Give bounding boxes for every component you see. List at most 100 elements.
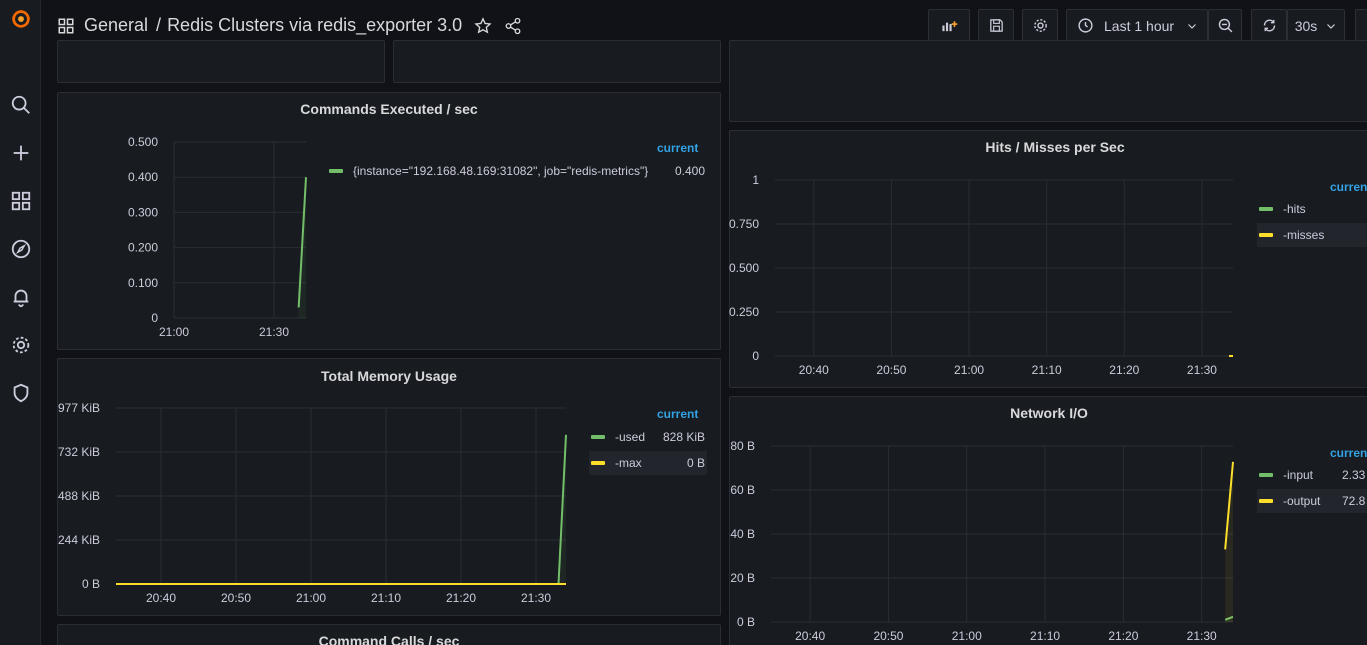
panel-total-memory[interactable]: Total Memory Usage 977 KiB 732 KiB 488 KiB… [57, 358, 721, 616]
series-swatch [1259, 233, 1273, 237]
y-tick-label: 1 [752, 173, 759, 187]
y-tick-label: 80 B [730, 439, 755, 453]
legend-series-value: 72.8 [1342, 494, 1366, 508]
x-tick-label: 21:20 [1108, 629, 1138, 643]
legend-item[interactable]: {instance="192.168.48.169:31082", job="r… [329, 159, 705, 183]
panel-hits-misses[interactable]: Hits / Misses per Sec 1 0.750 0.500 0.250 0 2… [729, 130, 1367, 388]
chevron-down-icon [1188, 23, 1196, 29]
x-tick-label: 21:20 [1109, 363, 1139, 377]
x-tick-label: 21:10 [371, 591, 401, 605]
clock-icon [1078, 18, 1093, 33]
legend-item[interactable]: -max 0 B [589, 451, 707, 475]
x-tick-label: 20:50 [873, 629, 903, 643]
series-swatch [591, 435, 605, 439]
y-tick-label: 0.250 [729, 305, 759, 319]
plus-icon[interactable] [4, 136, 37, 169]
refresh-interval-label: 30s [1294, 17, 1318, 34]
x-tick-label: 21:10 [1030, 629, 1060, 643]
zoom-out-button[interactable] [1208, 9, 1242, 42]
y-tick-label: 0 B [737, 615, 755, 629]
gear-icon[interactable] [4, 328, 37, 361]
shield-icon[interactable] [4, 376, 37, 409]
memory-chart[interactable]: 977 KiB 732 KiB 488 KiB 244 KiB 0 B 20:40 20:5… [58, 359, 722, 617]
legend-item[interactable]: -used 828 KiB [589, 425, 707, 449]
x-tick-label: 21:00 [954, 363, 984, 377]
breadcrumb-separator: / [156, 15, 162, 35]
save-dashboard-button[interactable] [978, 9, 1014, 42]
grafana-logo-icon [11, 9, 30, 28]
panel-top-left-partial [57, 40, 385, 83]
y-tick-label: 244 KiB [58, 533, 100, 547]
legend-item[interactable]: -hits [1257, 197, 1367, 221]
y-tick-label: 0.200 [128, 241, 158, 255]
panel-network-io[interactable]: Network I/O 80 B 60 B 40 B 20 B0 B 20:40 20:5… [729, 396, 1367, 645]
x-tick-label: 20:50 [221, 591, 251, 605]
series-swatch [591, 461, 605, 465]
chevron-down-icon [1327, 23, 1336, 29]
legend-header[interactable]: current [657, 141, 698, 155]
y-tick-label: 977 KiB [58, 401, 100, 415]
add-panel-icon [941, 21, 957, 32]
view-mode-button[interactable] [1355, 9, 1367, 42]
y-tick-label: 20 B [730, 571, 755, 585]
add-panel-button[interactable] [928, 9, 970, 42]
bell-icon[interactable] [4, 280, 37, 313]
y-tick-label: 0.100 [128, 276, 158, 290]
x-tick-label: 20:40 [146, 591, 176, 605]
time-range-label: Last 1 hour [1104, 17, 1175, 34]
page-title[interactable]: Redis Clusters via redis_exporter 3.0 [167, 15, 462, 36]
y-tick-label: 732 KiB [58, 445, 100, 459]
hits-misses-chart[interactable]: 1 0.750 0.500 0.250 0 20:40 20:50 21:00 21:10 21:… [729, 131, 1367, 389]
y-tick-label: 0.300 [128, 205, 158, 219]
refresh-button[interactable] [1251, 9, 1287, 42]
sync-icon [1263, 19, 1275, 32]
series-swatch [1259, 207, 1273, 211]
panel-top-right-partial [729, 40, 1367, 122]
legend-item[interactable]: -output 72.8 [1257, 489, 1367, 513]
search-icon[interactable] [4, 88, 37, 121]
x-tick-label: 20:40 [795, 629, 825, 643]
dashboard-settings-button[interactable] [1022, 9, 1058, 42]
panel-title[interactable]: Command Calls / sec [58, 633, 720, 645]
grafana-logo[interactable] [4, 2, 37, 35]
time-picker-button[interactable]: Last 1 hour [1066, 9, 1208, 42]
star-icon[interactable] [474, 16, 492, 35]
y-tick-label: 60 B [730, 483, 755, 497]
x-tick-label: 21:00 [952, 629, 982, 643]
legend-item[interactable]: -misses [1257, 223, 1367, 247]
zoom-out-icon [1218, 18, 1232, 33]
compass-icon[interactable] [4, 232, 37, 265]
legend-series-name: -used [615, 430, 646, 444]
y-tick-label: 40 B [730, 527, 755, 541]
legend-series-name: -misses [1283, 228, 1325, 242]
share-icon[interactable] [504, 17, 522, 35]
legend-header[interactable]: current [657, 407, 698, 421]
save-icon [989, 19, 1003, 32]
legend-header[interactable]: current [1330, 446, 1367, 460]
legend-series-name: -output [1283, 494, 1321, 508]
series-swatch [329, 169, 343, 173]
panel-top-middle-partial [393, 40, 721, 83]
panel-command-calls[interactable]: Command Calls / sec [57, 624, 721, 645]
refresh-interval-picker[interactable]: 30s [1287, 9, 1345, 42]
y-tick-label: 0 [752, 349, 759, 363]
x-tick-label: 20:40 [799, 363, 829, 377]
panel-commands-executed[interactable]: Commands Executed / sec 0.500 0.400 0.300 0… [57, 92, 721, 350]
legend-series-value: 828 KiB [662, 430, 705, 444]
network-io-chart[interactable]: 80 B 60 B 40 B 20 B 0 B 20:40 20:50 21:00 21:10 2… [730, 397, 1367, 645]
legend-item[interactable]: -input 2.33 [1257, 463, 1367, 487]
y-tick-label: 488 KiB [58, 489, 100, 503]
y-tick-label: 0 B [82, 577, 100, 591]
breadcrumb-folder[interactable]: General [84, 15, 148, 36]
legend-series-value: 0.400 [674, 164, 705, 178]
legend-series-value: 0 B [686, 456, 705, 470]
x-tick-label: 21:00 [159, 325, 189, 339]
apps-icon[interactable] [4, 184, 37, 217]
legend-series-name: {instance="192.168.48.169:31082", job="r… [353, 164, 649, 178]
y-tick-label: 0.750 [729, 217, 759, 231]
legend-header[interactable]: current [1330, 180, 1367, 194]
commands-chart[interactable]: 0.500 0.400 0.300 0.200 0.100 021:00 21:30 [58, 93, 722, 351]
legend-series-name: -input [1283, 468, 1314, 482]
series-swatch [1259, 499, 1273, 503]
series-swatch [1259, 473, 1273, 477]
